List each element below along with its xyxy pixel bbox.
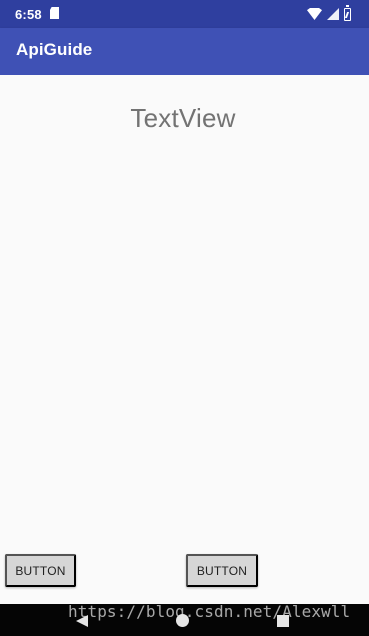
home-icon[interactable] — [176, 614, 189, 627]
status-bar: 6:58 — [0, 0, 369, 28]
signal-icon — [327, 8, 339, 20]
back-icon[interactable] — [76, 615, 88, 627]
app-title: ApiGuide — [16, 40, 93, 59]
navigation-bar — [0, 604, 369, 636]
recents-icon[interactable] — [277, 615, 289, 627]
text-view: TextView — [130, 103, 236, 133]
center-button[interactable]: BUTTON — [186, 554, 258, 587]
status-time: 6:58 — [15, 7, 42, 22]
left-button[interactable]: BUTTON — [5, 554, 76, 587]
main-content: TextView BUTTON BUTTON — [0, 75, 369, 604]
status-icons — [307, 4, 351, 22]
android-device-screen: 6:58 ApiGuide TextView BUTTON BUTTON htt… — [0, 0, 369, 636]
sd-card-icon — [50, 7, 59, 19]
battery-icon — [344, 4, 351, 21]
app-bar: ApiGuide — [0, 28, 369, 75]
wifi-icon — [307, 8, 322, 20]
